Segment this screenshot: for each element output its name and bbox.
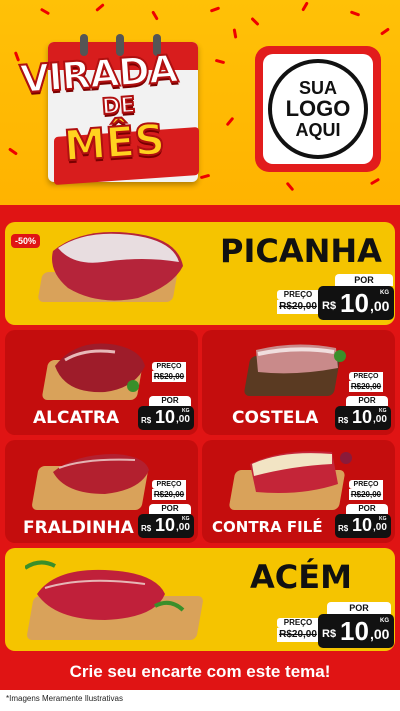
price-dec: ,00 [370,626,390,642]
logo-line: AQUI [295,119,341,140]
preco-label: PREÇO [277,290,319,300]
currency: R$ [338,416,349,425]
por-label: POR [149,396,191,406]
price-int: 10 [340,288,369,318]
confetti [151,10,159,21]
price-int: 10 [352,515,373,535]
confetti [301,1,309,12]
price-block: R$ 10 ,00 KG [138,514,194,538]
calendar-illustration: VIRADA DE MÊS [18,22,199,186]
currency: R$ [141,524,152,533]
confetti [199,173,211,180]
create-flyer-button[interactable]: Crie seu encarte com este tema! [10,657,390,687]
price-block: R$ 10 ,00 KG [318,614,394,648]
por-label: POR [149,504,191,514]
product-card-alcatra[interactable]: PREÇO R$20,00 ALCATRA POR R$ 10 ,00 KG [5,330,198,435]
price-int: 10 [155,515,176,535]
preco-label: PREÇO [349,372,383,381]
confetti [95,3,105,12]
price-block: R$ 10 ,00 KG [335,514,391,538]
price-int: 10 [340,616,369,646]
costela-image [256,344,346,374]
confetti [349,10,361,17]
confetti [250,16,260,27]
logo-line: SUA [298,77,337,98]
old-price: R$20,00 [349,381,383,392]
por-label: POR [346,396,388,406]
confetti [369,177,381,186]
product-name: CONTRA FILÉ [212,518,323,536]
price-dec: ,00 [176,522,190,533]
title-mes: MÊS [61,114,167,172]
unit: KG [380,290,389,296]
confetti [214,58,226,65]
currency: R$ [322,300,337,312]
product-name: ALCATRA [33,408,120,428]
product-name: FRALDINHA [23,518,134,538]
old-price: R$20,00 [277,628,319,642]
price-dec: ,00 [176,414,190,425]
confetti [209,6,221,13]
price-block: R$ 10 ,00 KG [335,406,391,430]
discount-badge: -50% [11,234,41,248]
preco-label: PREÇO [277,618,319,628]
por-label: POR [346,504,388,514]
product-name: PICANHA [220,232,382,270]
price-block: R$ 10 ,00 KG [138,406,194,430]
price-dec: ,00 [373,414,387,425]
price-dec: ,00 [370,298,390,314]
currency: R$ [322,628,337,640]
confetti [8,147,18,156]
old-price: R$20,00 [152,371,186,382]
logo-line: LOGO [285,96,351,122]
product-card-picanha[interactable]: -50% PICANHA POR PREÇO R$20,00 R$ 10 ,00… [5,222,395,325]
logo-circle: SUA LOGO AQUI [268,59,368,159]
currency: R$ [141,416,152,425]
price-int: 10 [352,407,373,427]
acem-image [25,560,185,620]
product-name: COSTELA [232,408,319,428]
unit: KG [182,408,190,414]
price-int: 10 [155,407,176,427]
product-card-contrafile[interactable]: PREÇO R$20,00 CONTRA FILÉ POR R$ 10 ,00 … [202,440,395,543]
preco-label: PREÇO [152,362,186,371]
old-price: R$20,00 [152,489,186,500]
unit: KG [182,516,190,522]
price-block: R$ 10 ,00 KG [318,286,394,320]
product-card-costela[interactable]: PREÇO R$20,00 COSTELA POR R$ 10 ,00 KG [202,330,395,435]
picanha-image [52,232,183,301]
alcatra-image [55,343,145,393]
product-card-acem[interactable]: ACÉM POR PREÇO R$20,00 R$ 10 ,00 KG [5,548,395,651]
unit: KG [379,516,387,522]
old-price: R$20,00 [349,489,383,500]
por-label: POR [335,274,393,286]
contrafile-image [250,451,352,493]
logo-placeholder: SUA LOGO AQUI [255,46,381,172]
old-price: R$20,00 [277,300,319,314]
fraldinha-image [53,454,149,494]
confetti [380,27,390,36]
preco-label: PREÇO [349,480,383,489]
price-dec: ,00 [373,522,387,533]
product-card-fraldinha[interactable]: PREÇO R$20,00 FRALDINHA POR R$ 10 ,00 KG [5,440,198,543]
confetti [225,116,235,127]
confetti [285,181,295,192]
header-banner: VIRADA DE MÊS SUA LOGO AQUI [0,0,400,205]
por-label: POR [327,602,391,614]
unit: KG [379,408,387,414]
footer-disclaimer: *Imagens Meramente Ilustrativas [0,690,400,711]
currency: R$ [338,524,349,533]
unit: KG [380,618,389,624]
preco-label: PREÇO [152,480,186,489]
confetti [39,7,51,16]
product-name: ACÉM [250,558,352,596]
confetti [232,28,238,39]
